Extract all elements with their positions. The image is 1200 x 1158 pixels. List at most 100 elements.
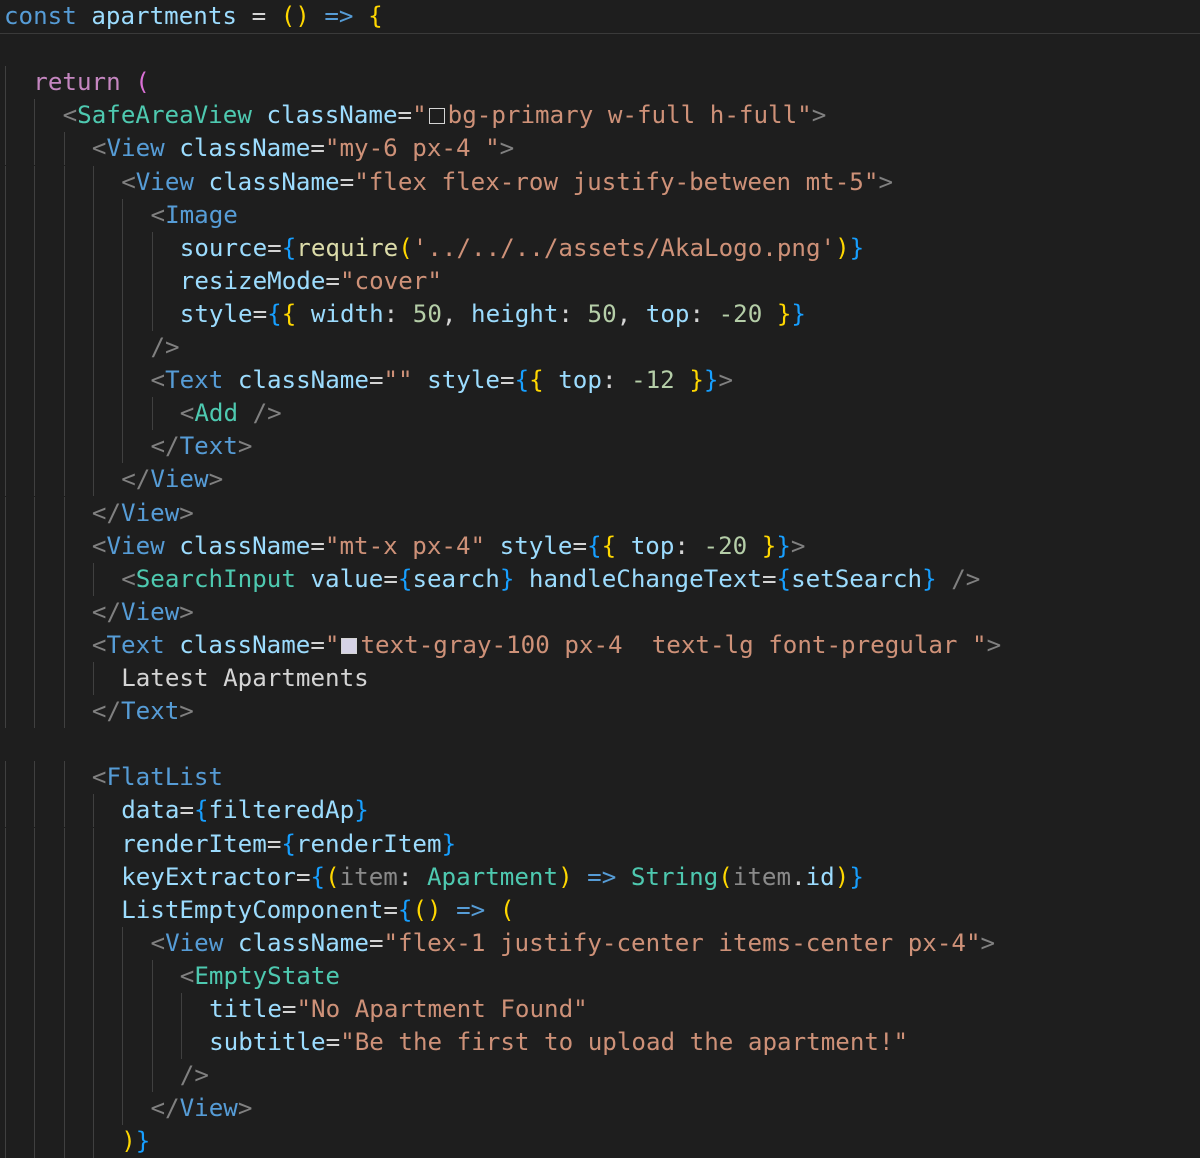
indent-guide: [92, 1026, 94, 1060]
code-text: data={filteredAp}: [121, 794, 369, 827]
indent-guide: [151, 397, 153, 431]
code-line[interactable]: />: [0, 1059, 1200, 1093]
code-token: >: [179, 697, 194, 726]
indent-guide: [5, 1092, 6, 1126]
indent-guide: [5, 562, 6, 596]
code-line[interactable]: [0, 728, 1200, 761]
code-line[interactable]: data={filteredAp}: [0, 794, 1200, 828]
indent-guide: [122, 1026, 124, 1060]
code-text: <EmptyState: [180, 960, 340, 993]
code-line[interactable]: source={require('../../../assets/AkaLogo…: [0, 231, 1200, 265]
code-line[interactable]: <Text className="" style={{ top: -12 }}>: [0, 364, 1200, 398]
code-line[interactable]: <EmptyState: [0, 959, 1200, 993]
code-line[interactable]: </View>: [0, 1092, 1200, 1126]
code-line[interactable]: <Text className=" text-gray-100 px-4 text…: [0, 628, 1200, 662]
code-line[interactable]: [0, 33, 1200, 66]
indent-guide: [92, 562, 94, 596]
code-line[interactable]: </View>: [0, 463, 1200, 497]
indent-guide: [34, 926, 36, 960]
code-line[interactable]: <Image: [0, 198, 1200, 232]
indent-guide: [5, 993, 6, 1026]
code-line[interactable]: const apartments = () => {: [0, 0, 1200, 33]
code-token: const: [4, 2, 77, 30]
code-line[interactable]: <FlatList: [0, 761, 1200, 795]
code-editor[interactable]: const apartments = () => { return (<SafeA…: [0, 0, 1200, 1158]
code-line[interactable]: <View className="mt-x px-4" style={{ top…: [0, 529, 1200, 563]
code-line[interactable]: keyExtractor={(item: Apartment) => Strin…: [0, 860, 1200, 894]
code-token: </: [150, 432, 180, 461]
code-token: ListEmptyComponent: [121, 895, 384, 924]
code-token: bg-primary w-full h-full": [447, 101, 812, 130]
code-line[interactable]: <View className="my-6 px-4 ">: [0, 132, 1200, 166]
code-line[interactable]: <SafeAreaView className=" bg-primary w-fu…: [0, 99, 1200, 133]
code-line[interactable]: <View className="flex-1 justify-center i…: [0, 926, 1200, 960]
indent-guide: [122, 331, 124, 364]
code-token: <: [179, 961, 195, 990]
code-token: "flex flex-row justify-between mt-5": [354, 167, 879, 196]
code-line[interactable]: </View>: [0, 496, 1200, 530]
code-line[interactable]: </Text>: [0, 695, 1200, 729]
code-token: "No Apartment Found": [296, 995, 588, 1023]
indent-guide: [92, 794, 94, 828]
indent-guide: [34, 761, 36, 795]
code-line[interactable]: subtitle="Be the first to upload the apa…: [0, 1026, 1200, 1060]
indent-guide: [34, 562, 36, 596]
code-token: -20: [718, 299, 763, 328]
indent-guide: [5, 397, 6, 431]
indent-guide: [34, 198, 36, 232]
code-token: <: [150, 200, 166, 229]
code-token: "": [383, 366, 413, 395]
code-token: <: [91, 134, 107, 163]
code-token: :: [397, 862, 427, 891]
code-token: value: [295, 564, 384, 593]
code-line[interactable]: />: [0, 331, 1200, 364]
code-token: {: [281, 233, 297, 262]
indent-guide: [92, 893, 94, 927]
indent-guide: [5, 926, 6, 960]
indent-guide: [5, 297, 6, 331]
code-line[interactable]: style={{ width: 50, height: 50, top: -20…: [0, 297, 1200, 331]
code-token: renderItem: [295, 829, 442, 858]
code-token: handleChangeText: [514, 564, 762, 593]
indent-guide: [63, 993, 65, 1026]
code-text: style={{ width: 50, height: 50, top: -20…: [180, 298, 806, 331]
code-token: }: [922, 564, 937, 593]
code-line[interactable]: ListEmptyComponent={() => (: [0, 893, 1200, 927]
indent-guide: [34, 993, 36, 1026]
code-line[interactable]: renderItem={renderItem}: [0, 827, 1200, 861]
code-token: }: [776, 531, 791, 560]
indent-guide: [63, 628, 65, 662]
code-token: className: [223, 366, 369, 395]
color-swatch[interactable]: [341, 637, 358, 654]
code-line[interactable]: <SearchInput value={search} handleChange…: [0, 562, 1200, 596]
code-line[interactable]: resizeMode="cover": [0, 264, 1200, 298]
indent-guide: [63, 595, 65, 629]
code-line[interactable]: )}: [0, 1125, 1200, 1158]
code-line[interactable]: Latest Apartments: [0, 662, 1200, 695]
indent-guide: [5, 959, 6, 993]
code-token: FlatList: [106, 763, 223, 792]
code-line[interactable]: <Add />: [0, 397, 1200, 431]
code-line[interactable]: title="No Apartment Found": [0, 993, 1200, 1026]
indent-guide: [63, 463, 65, 497]
code-token: =>: [441, 895, 500, 924]
code-token: {: [514, 366, 530, 395]
code-text: title="No Apartment Found": [209, 993, 588, 1026]
code-line[interactable]: </View>: [0, 595, 1200, 629]
code-token: {: [310, 862, 326, 891]
code-token: "Be the first to upload the apartment!": [340, 1028, 909, 1057]
indent-guide: [63, 496, 65, 530]
indent-guide: [5, 893, 6, 927]
code-token: Add: [194, 399, 239, 428]
code-token: }: [703, 366, 719, 395]
indent-guide: [92, 926, 94, 960]
code-line[interactable]: return (: [0, 66, 1200, 100]
code-token: <: [62, 101, 78, 130]
indent-guide: [63, 331, 65, 364]
code-token: search: [412, 564, 500, 593]
indent-guide: [5, 662, 6, 695]
code-text: </View>: [121, 463, 223, 496]
code-line[interactable]: </Text>: [0, 430, 1200, 464]
code-line[interactable]: <View className="flex flex-row justify-b…: [0, 165, 1200, 199]
color-swatch[interactable]: [428, 108, 445, 125]
